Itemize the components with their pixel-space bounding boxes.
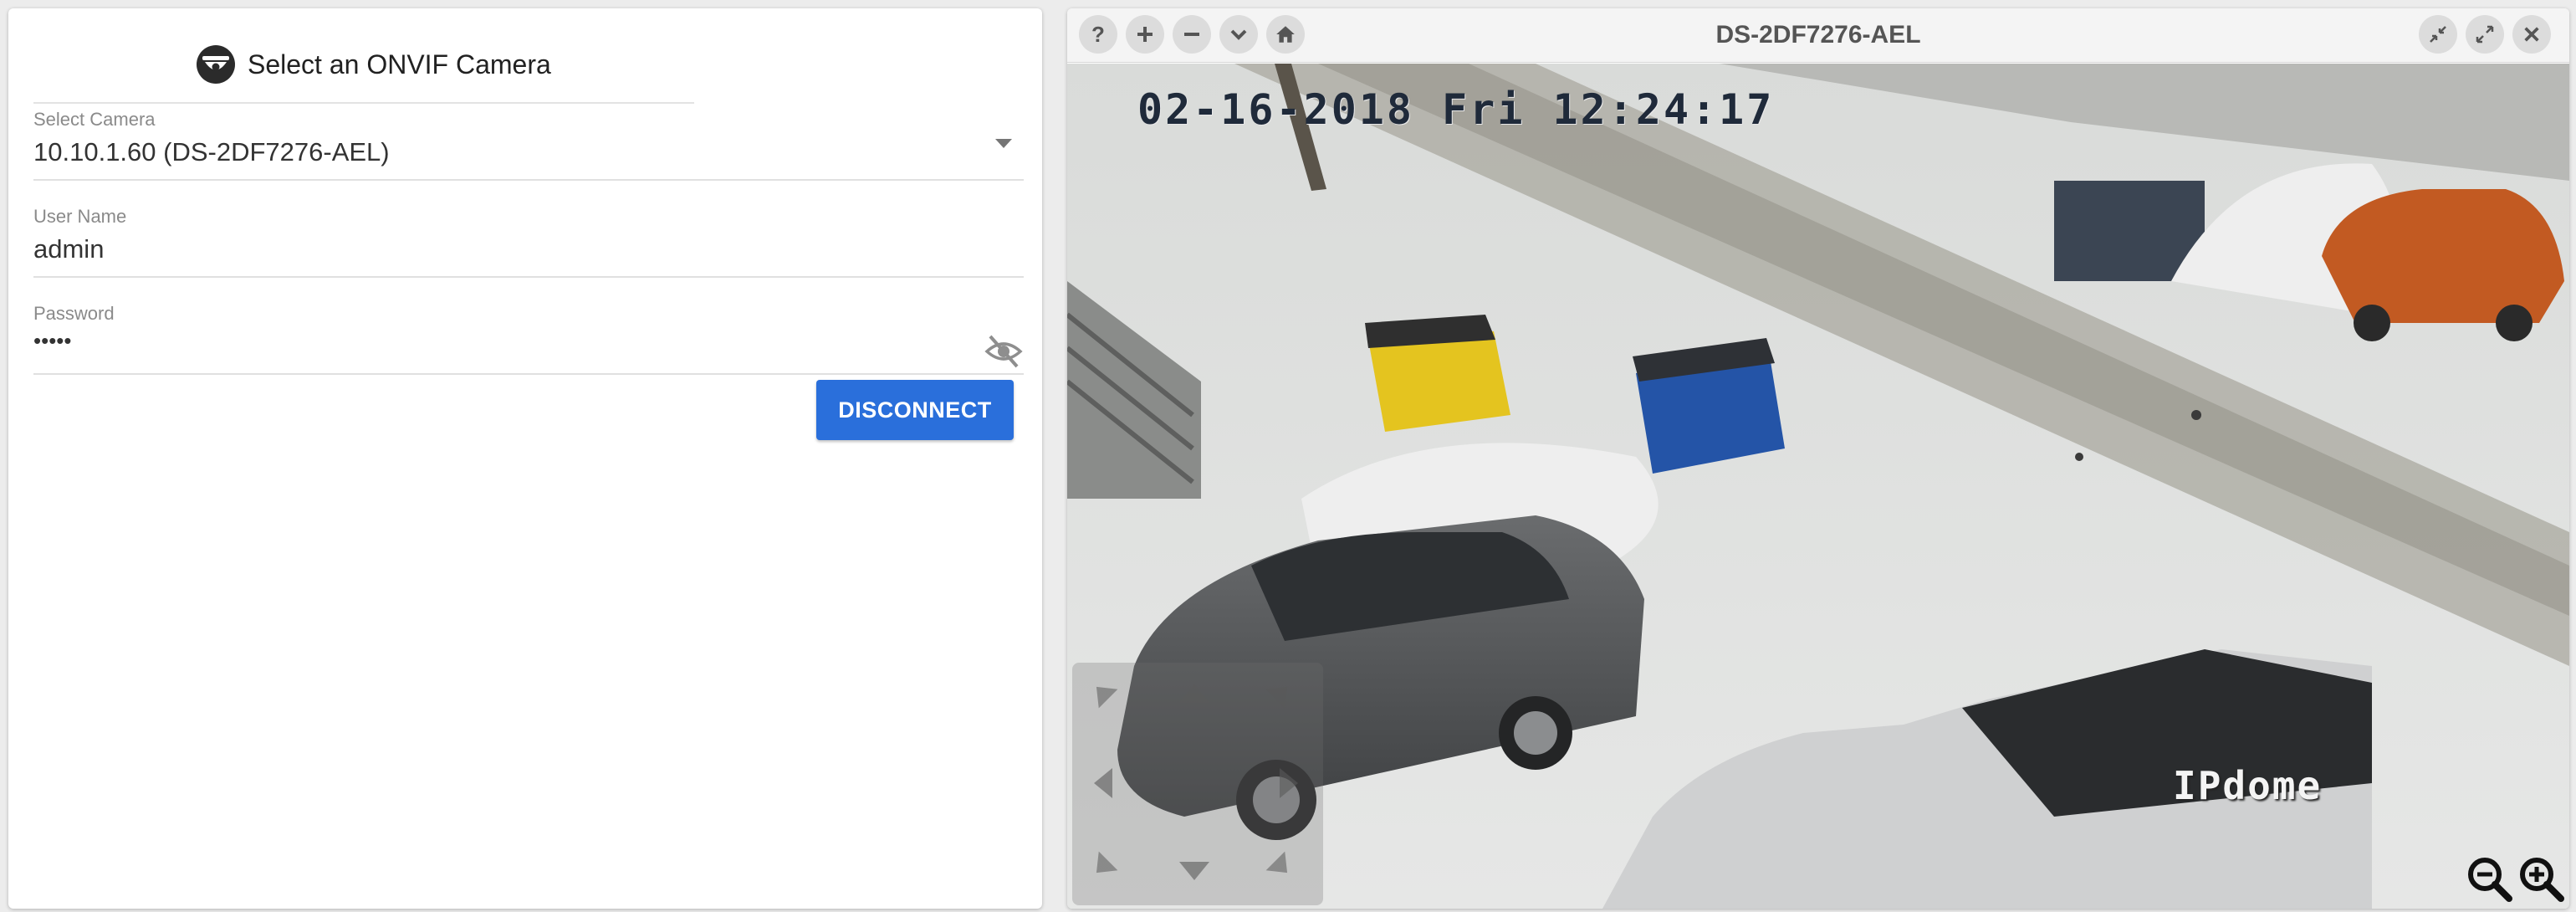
select-camera-dropdown[interactable]: Select Camera 10.10.1.60 (DS-2DF7276-AEL…	[33, 109, 1024, 181]
disconnect-button[interactable]: DISCONNECT	[816, 380, 1014, 440]
ptz-left-arrow[interactable]	[1094, 768, 1112, 798]
divider	[33, 102, 694, 104]
shrink-icon	[2430, 26, 2446, 43]
camera-viewer-window: ? DS-2DF7276-AEL 02-16-2018 Fri 12:24:17…	[1067, 8, 2569, 909]
password-label: Password	[33, 303, 115, 324]
video-timestamp: 02-16-2018 Fri 12:24:17	[1137, 85, 1775, 134]
chevron-down-icon	[1230, 29, 1247, 40]
username-underline	[33, 276, 1024, 278]
caret-down-icon	[995, 139, 1012, 148]
ptz-down-left-arrow[interactable]	[1086, 851, 1118, 883]
minus-icon	[1184, 33, 1199, 36]
password-value: •••••	[33, 328, 72, 353]
dome-camera-icon	[197, 45, 235, 84]
select-camera-value: 10.10.1.60 (DS-2DF7276-AEL)	[33, 137, 390, 167]
viewer-titlebar: ? DS-2DF7276-AEL	[1067, 8, 2569, 63]
plus-icon	[1137, 27, 1153, 42]
select-underline	[33, 179, 1024, 181]
zoom-in-icon[interactable]	[2516, 853, 2566, 904]
ptz-down-right-arrow[interactable]	[1265, 851, 1297, 883]
pan-minus-button[interactable]	[1173, 15, 1211, 54]
username-field[interactable]: User Name admin	[33, 206, 1024, 278]
expand-icon	[2476, 25, 2494, 44]
maximize-button[interactable]	[2466, 15, 2504, 54]
home-icon	[1276, 26, 1295, 43]
video-camera-label: IPdome	[2173, 763, 2323, 808]
ptz-down-arrow[interactable]	[1179, 862, 1209, 880]
home-button[interactable]	[1266, 15, 1305, 54]
close-icon	[2524, 27, 2539, 42]
ptz-up-left-arrow[interactable]	[1086, 677, 1118, 709]
panel-header: Select an ONVIF Camera	[196, 42, 551, 87]
help-icon: ?	[1091, 21, 1105, 47]
help-button[interactable]: ?	[1079, 15, 1117, 54]
panel-title: Select an ONVIF Camera	[248, 49, 551, 79]
close-button[interactable]	[2512, 15, 2551, 54]
select-camera-label: Select Camera	[33, 109, 156, 130]
camera-video-feed[interactable]: 02-16-2018 Fri 12:24:17 IPdome	[1067, 64, 2569, 909]
username-value: admin	[33, 234, 105, 264]
ptz-control-pad[interactable]	[1072, 663, 1323, 905]
ptz-up-arrow[interactable]	[1179, 684, 1209, 703]
ptz-right-arrow[interactable]	[1280, 768, 1298, 798]
password-underline	[33, 373, 1024, 375]
camera-select-panel: Select an ONVIF Camera Select Camera 10.…	[8, 8, 1042, 909]
zoom-out-icon[interactable]	[2464, 853, 2514, 904]
username-label: User Name	[33, 206, 127, 227]
dropdown-button[interactable]	[1219, 15, 1258, 54]
ptz-up-right-arrow[interactable]	[1265, 677, 1297, 709]
visibility-off-icon[interactable]	[984, 331, 1024, 371]
minimize-button[interactable]	[2419, 15, 2457, 54]
pan-plus-button[interactable]	[1126, 15, 1164, 54]
password-field[interactable]: Password •••••	[33, 303, 1024, 375]
